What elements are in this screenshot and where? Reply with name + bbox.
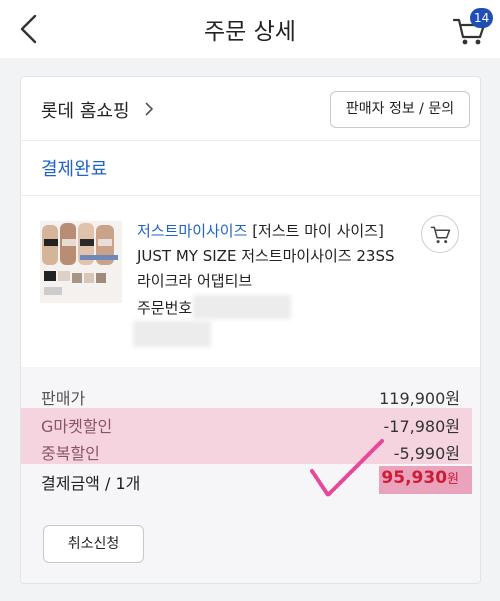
order-number-redacted [193,295,291,319]
divider [21,195,480,196]
price-row-value: 119,900원 [379,389,460,408]
discount-row-value: -17,980원 [383,417,460,436]
product-title[interactable]: 저스트마이사이즈 [저스트 마이 사이즈] JUST MY SIZE 저스트마이… [137,219,407,294]
cart-count-badge: 14 [470,8,494,28]
checkmark-icon [310,439,384,497]
seller-info-button[interactable]: 판매자 정보 / 문의 [330,91,470,128]
total-label: 결제금액 / 1개 [41,474,141,493]
seller-name-link[interactable]: 롯데 홈쇼핑 [41,97,130,123]
product-thumbnail[interactable] [40,221,122,303]
page-title: 주문 상세 [204,19,296,45]
order-status: 결제완료 [41,159,108,180]
discount-row-label: G마켓할인 [41,417,113,436]
order-card: 롯데 홈쇼핑 판매자 정보 / 문의 결제완료 저스트마이사이즈 [저스트 마이… [20,76,481,584]
product-brand[interactable]: 저스트마이사이즈 [137,222,247,240]
cancel-order-button[interactable]: 취소신청 [43,525,144,563]
extra-discount-row-value: -5,990원 [393,444,460,463]
extra-discount-row-label: 중복할인 [41,444,100,463]
total-value: 95,930원 [381,468,459,488]
chevron-right-icon [145,102,154,116]
add-to-cart-icon[interactable] [421,215,459,253]
order-number-redacted [133,321,211,347]
order-number-label: 주문번호 [137,299,193,317]
seller-row: 롯데 홈쇼핑 판매자 정보 / 문의 [21,77,480,141]
top-bar: 주문 상세 14 [0,0,500,58]
price-row-label: 판매가 [41,389,86,408]
